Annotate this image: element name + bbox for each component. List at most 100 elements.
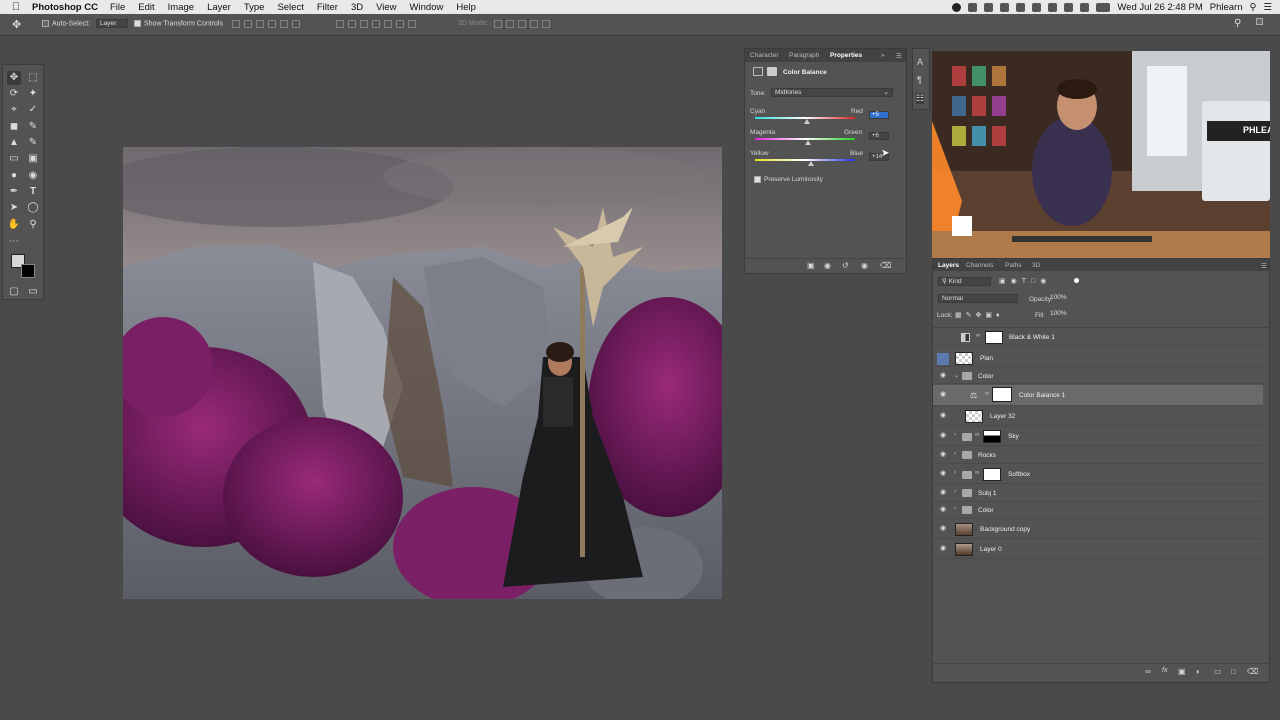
layer-row[interactable]: ◉ Layer 32 <box>933 407 1263 426</box>
character-panel-icon[interactable]: A <box>917 57 923 67</box>
3d-mode-buttons[interactable] <box>494 20 554 30</box>
status-icon[interactable] <box>984 2 994 12</box>
visibility-eye-icon[interactable]: ◉ <box>939 545 947 553</box>
view-previous-state-icon[interactable]: ◉ <box>824 261 831 270</box>
brush-tool-icon[interactable]: ✎ <box>26 120 40 134</box>
yellow-blue-slider-track[interactable] <box>755 159 855 161</box>
collapse-panel-icon[interactable]: » <box>881 52 885 59</box>
cyan-red-slider-thumb[interactable] <box>804 119 810 124</box>
notification-center-icon[interactable]: ☰ <box>1263 2 1272 13</box>
layer-group-row[interactable]: ◉ › Rocks <box>933 447 1263 464</box>
visibility-eye-icon[interactable]: ◉ <box>939 489 947 497</box>
more-tools-icon[interactable]: ⋯ <box>7 235 21 249</box>
filter-type-icons[interactable]: ▣◉T□◉ <box>999 277 1051 285</box>
auto-select-dropdown[interactable]: Layer <box>96 19 128 28</box>
background-color-swatch[interactable] <box>21 264 35 278</box>
layer-row[interactable]: ∞ Black & White 1 <box>933 329 1263 346</box>
yellow-blue-slider-thumb[interactable] <box>808 161 814 166</box>
apple-icon[interactable]:  <box>0 1 32 13</box>
menu-select[interactable]: Select <box>277 2 303 13</box>
visibility-eye-icon[interactable]: ◉ <box>939 372 947 380</box>
clone-stamp-tool-icon[interactable]: ▲ <box>7 136 21 150</box>
wifi-icon[interactable] <box>1048 2 1058 12</box>
tab-channels[interactable]: Channels <box>966 262 993 269</box>
zoom-tool-icon[interactable]: ⚲ <box>26 218 40 232</box>
chevron-right-icon[interactable]: › <box>954 470 956 476</box>
menu-type[interactable]: Type <box>244 2 265 13</box>
workspace-icon[interactable] <box>1256 18 1266 25</box>
eraser-tool-icon[interactable]: ▭ <box>7 152 21 166</box>
layer-row[interactable]: ◉ Background copy <box>933 520 1263 539</box>
visibility-eye-icon[interactable]: ◉ <box>939 525 947 533</box>
hand-tool-icon[interactable]: ✋ <box>7 218 21 232</box>
menu-help[interactable]: Help <box>456 2 476 13</box>
properties-panel-icon[interactable]: ☷ <box>916 93 925 104</box>
magenta-green-value-field[interactable]: +6 <box>869 132 889 140</box>
visibility-eye-icon[interactable]: ◉ <box>939 506 947 514</box>
clip-to-layer-icon[interactable]: ▣ <box>807 261 815 270</box>
tone-dropdown[interactable]: Midtones ⌄ <box>771 88 893 97</box>
visibility-eye-icon[interactable]: ◉ <box>939 412 947 420</box>
volume-icon[interactable] <box>1080 2 1090 12</box>
layer-group-row[interactable]: ◉ › Subj 1 <box>933 485 1263 502</box>
visibility-eye-icon[interactable]: ◉ <box>939 451 947 459</box>
menu-image[interactable]: Image <box>168 2 194 13</box>
mask-icon[interactable] <box>767 67 777 76</box>
tab-properties[interactable]: Properties <box>830 52 862 59</box>
app-name-menu[interactable]: Photoshop CC <box>32 2 98 13</box>
chevron-right-icon[interactable]: › <box>954 506 956 512</box>
magic-wand-tool-icon[interactable]: ✦ <box>26 87 40 101</box>
menu-window[interactable]: Window <box>410 2 444 13</box>
layer-row-selected[interactable]: ◉ ⚖ ∞ Color Balance 1 <box>933 385 1263 406</box>
move-tool-icon[interactable]: ✥ <box>12 18 21 31</box>
layer-group-row[interactable]: ◉ › ∞ Sky <box>933 427 1263 446</box>
screen-mode-icon[interactable]: ▭ <box>26 285 40 299</box>
crop-tool-icon[interactable]: ⌖ <box>7 103 21 117</box>
menu-file[interactable]: File <box>110 2 125 13</box>
battery-icon[interactable] <box>1096 2 1111 12</box>
move-tool-icon[interactable]: ✥ <box>7 71 21 85</box>
marquee-tool-icon[interactable]: ⬚ <box>26 71 40 85</box>
ellipse-tool-icon[interactable]: ◯ <box>26 201 40 215</box>
tab-layers[interactable]: Layers <box>938 262 959 269</box>
healing-brush-tool-icon[interactable]: ◼ <box>7 120 21 134</box>
menu-view[interactable]: View <box>376 2 396 13</box>
dodge-tool-icon[interactable]: ◉ <box>26 169 40 183</box>
paragraph-panel-icon[interactable]: ¶ <box>917 75 922 85</box>
quick-mask-icon[interactable]: ▢ <box>7 285 21 299</box>
eyedropper-tool-icon[interactable]: ✓ <box>26 103 40 117</box>
layer-group-row[interactable]: ◉ ⌄ Color <box>933 368 1263 384</box>
visibility-off-box[interactable] <box>939 333 947 341</box>
airplay-icon[interactable] <box>1064 2 1074 12</box>
preserve-luminosity-checkbox[interactable]: Preserve Luminosity <box>754 176 823 183</box>
opacity-field[interactable]: 100% <box>1047 294 1079 303</box>
new-adjustment-layer-icon[interactable]: ◐ <box>1196 667 1201 676</box>
dropbox-icon[interactable] <box>1000 2 1010 12</box>
reset-icon[interactable]: ↺ <box>842 261 849 270</box>
user-name[interactable]: Phlearn <box>1210 2 1243 13</box>
delete-layer-icon[interactable]: ⌫ <box>1247 667 1258 676</box>
menu-filter[interactable]: Filter <box>317 2 338 13</box>
show-transform-checkbox[interactable]: Show Transform Controls <box>134 20 223 27</box>
panel-menu-icon[interactable]: ☰ <box>896 52 902 60</box>
menu-edit[interactable]: Edit <box>138 2 154 13</box>
type-tool-icon[interactable]: T <box>26 185 40 199</box>
auto-select-checkbox[interactable]: Auto-Select: <box>42 20 90 27</box>
creative-cloud-icon[interactable] <box>968 2 978 12</box>
new-layer-icon[interactable]: □ <box>1231 667 1236 676</box>
blend-mode-dropdown[interactable]: Normal <box>938 294 1018 303</box>
tab-character[interactable]: Character <box>750 52 779 59</box>
menu-3d[interactable]: 3D <box>351 2 363 13</box>
cyan-red-value-field[interactable]: +5 <box>869 111 889 119</box>
distribute-buttons[interactable] <box>336 20 420 30</box>
blur-tool-icon[interactable]: ● <box>7 169 21 183</box>
visibility-off-box[interactable] <box>937 353 949 365</box>
search-icon[interactable]: ⚲ <box>1234 18 1241 29</box>
delete-icon[interactable]: ⌫ <box>880 261 891 270</box>
align-buttons[interactable] <box>232 20 304 30</box>
time-machine-icon[interactable] <box>1016 2 1026 12</box>
chevron-right-icon[interactable]: › <box>954 432 956 438</box>
tab-paths[interactable]: Paths <box>1005 262 1022 269</box>
history-brush-tool-icon[interactable]: ✎ <box>26 136 40 150</box>
chevron-down-icon[interactable]: ⌄ <box>954 372 959 379</box>
